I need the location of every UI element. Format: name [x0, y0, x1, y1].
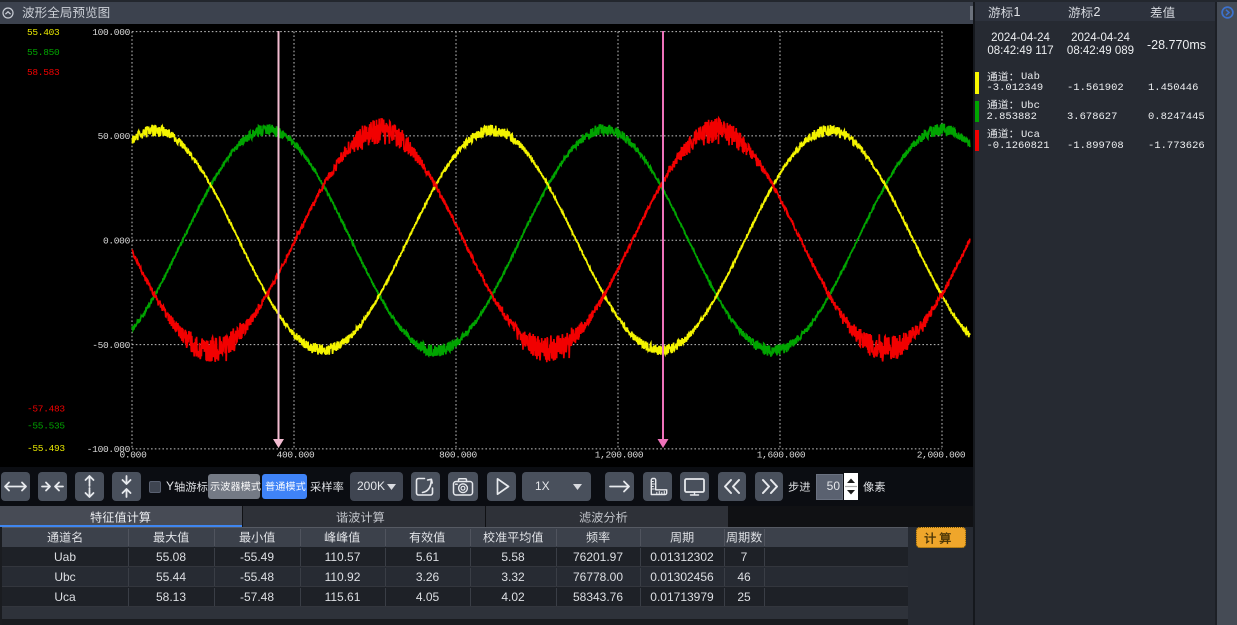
- svg-text:800.000: 800.000: [439, 450, 477, 461]
- svg-text:-57.483: -57.483: [27, 404, 65, 415]
- svg-text:1,600.000: 1,600.000: [757, 450, 806, 461]
- svg-text:50.000: 50.000: [98, 131, 131, 142]
- svg-text:2,000.000: 2,000.000: [917, 450, 966, 461]
- svg-text:1,200.000: 1,200.000: [595, 450, 644, 461]
- svg-text:-50.000: -50.000: [92, 340, 130, 351]
- svg-text:400.000: 400.000: [277, 450, 315, 461]
- svg-text:-55.535: -55.535: [27, 421, 65, 432]
- svg-text:58.583: 58.583: [27, 67, 60, 78]
- svg-text:55.850: 55.850: [27, 47, 60, 58]
- svg-text:0.000: 0.000: [103, 236, 131, 247]
- svg-text:0.000: 0.000: [119, 450, 147, 461]
- svg-text:55.403: 55.403: [27, 27, 60, 38]
- svg-text:-55.493: -55.493: [27, 443, 65, 454]
- svg-text:100.000: 100.000: [92, 27, 130, 38]
